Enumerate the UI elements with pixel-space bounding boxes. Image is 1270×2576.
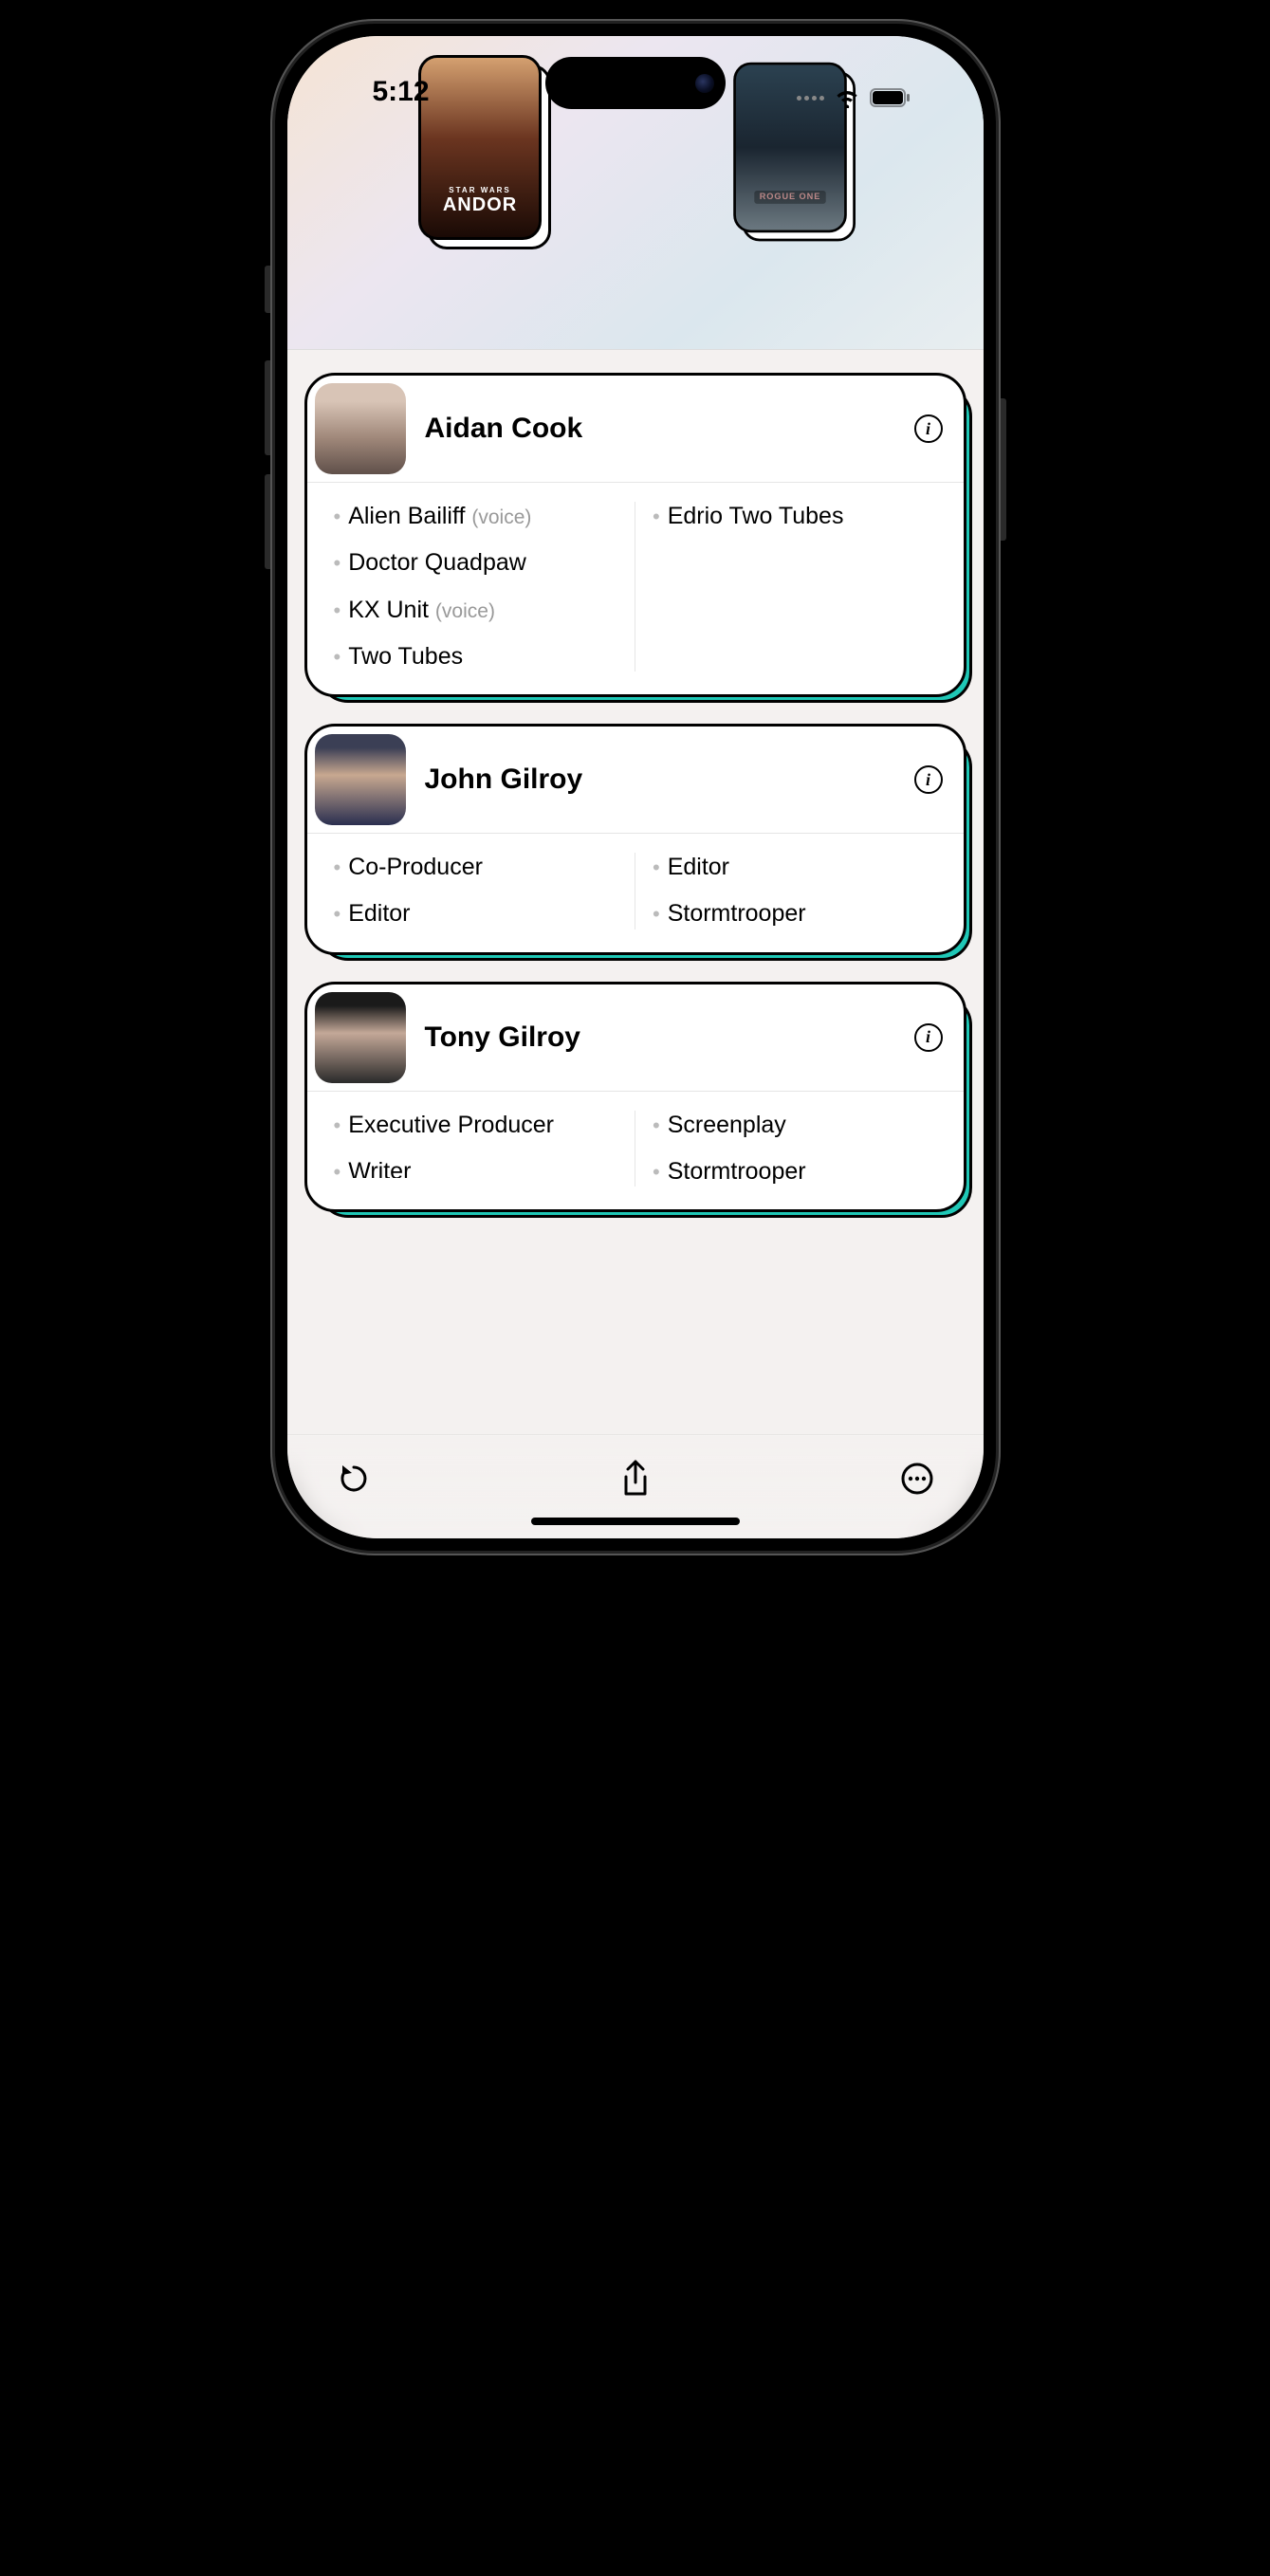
home-indicator[interactable] — [531, 1518, 740, 1525]
share-icon — [617, 1458, 653, 1500]
roles-right-column: •Screenplay •Stormtrooper — [635, 1111, 954, 1187]
role-item: •Doctor Quadpaw — [334, 548, 618, 578]
roles-left-column: •Co-Producer •Editor — [317, 853, 635, 929]
role-item: •Executive Producer — [334, 1111, 618, 1140]
roles-right-column: •Edrio Two Tubes — [635, 502, 954, 672]
poster-label: ROGUE ONE — [754, 191, 826, 204]
dynamic-island — [545, 57, 726, 109]
person-name: John Gilroy — [425, 764, 895, 796]
battery-icon — [870, 88, 910, 107]
content-area[interactable]: Aidan Cook i •Alien Bailiff (voice) •Doc… — [287, 349, 984, 1434]
avatar — [315, 734, 406, 825]
person-card: Tony Gilroy i •Executive Producer •Write… — [304, 982, 966, 1213]
role-item: •Writer — [334, 1157, 618, 1178]
person-card: John Gilroy i •Co-Producer •Editor •Edit… — [304, 724, 966, 955]
person-card: Aidan Cook i •Alien Bailiff (voice) •Doc… — [304, 373, 966, 697]
status-time: 5:12 — [373, 76, 430, 108]
info-button[interactable]: i — [914, 1023, 943, 1052]
person-name: Tony Gilroy — [425, 1021, 895, 1054]
roles-left-column: •Alien Bailiff (voice) •Doctor Quadpaw •… — [317, 502, 635, 672]
role-item: •Edrio Two Tubes — [653, 502, 937, 531]
more-button[interactable] — [896, 1458, 938, 1500]
screen: 5:12 — [287, 36, 984, 1538]
info-button[interactable]: i — [914, 414, 943, 443]
poster-sublabel: STAR WARS — [443, 186, 517, 194]
poster-label: ANDOR — [443, 194, 517, 215]
role-item: •Editor — [334, 899, 618, 929]
role-item: •Editor — [653, 853, 937, 882]
role-item: •Two Tubes — [334, 642, 618, 672]
role-item: •Stormtrooper — [653, 1157, 937, 1187]
role-item: •Alien Bailiff (voice) — [334, 502, 618, 531]
phone-frame: 5:12 — [270, 19, 1001, 1555]
avatar — [315, 383, 406, 474]
role-item: •Co-Producer — [334, 853, 618, 882]
refresh-button[interactable] — [333, 1458, 375, 1500]
ellipsis-circle-icon — [900, 1462, 934, 1496]
avatar — [315, 992, 406, 1083]
role-item: •Screenplay — [653, 1111, 937, 1140]
wifi-icon — [834, 87, 860, 108]
role-item: •KX Unit (voice) — [334, 596, 618, 625]
role-item: •Stormtrooper — [653, 899, 937, 929]
person-name: Aidan Cook — [425, 413, 895, 445]
cellular-dots-icon — [797, 96, 824, 101]
refresh-icon — [337, 1462, 371, 1496]
info-button[interactable]: i — [914, 765, 943, 794]
roles-right-column: •Editor •Stormtrooper — [635, 853, 954, 929]
roles-left-column: •Executive Producer •Writer — [317, 1111, 635, 1187]
front-camera — [695, 74, 714, 93]
share-button[interactable] — [615, 1458, 656, 1500]
